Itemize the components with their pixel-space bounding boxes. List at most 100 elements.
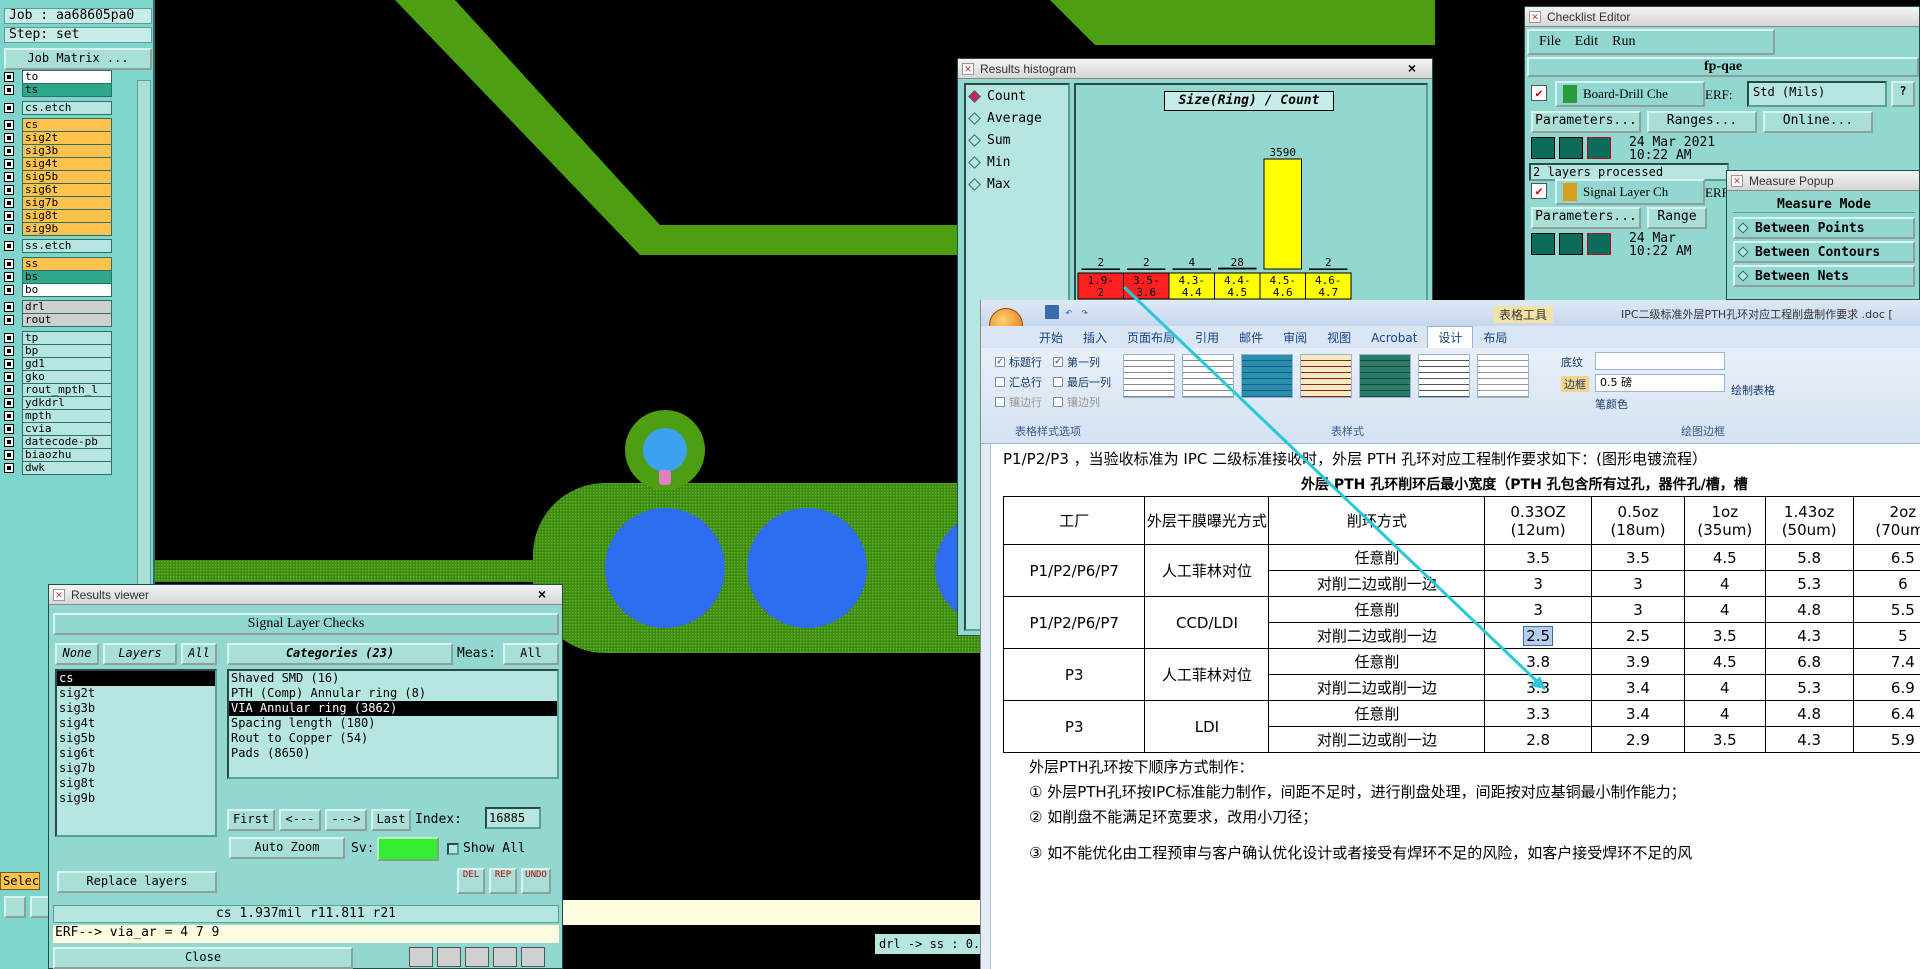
histogram-bar[interactable] xyxy=(1081,268,1120,270)
value-cell[interactable]: 4 xyxy=(1684,596,1766,623)
repair-icon[interactable]: REP xyxy=(489,868,517,894)
tool-icon[interactable] xyxy=(409,947,433,967)
tool-icon[interactable] xyxy=(521,947,545,967)
parameters-button[interactable]: Parameters... xyxy=(1531,111,1641,133)
replace-layers-button[interactable]: Replace layers xyxy=(57,871,217,893)
layer-toggle-checkbox[interactable] xyxy=(4,358,14,369)
layer-name[interactable]: cs.etch xyxy=(22,100,112,115)
via-hole[interactable] xyxy=(605,508,725,628)
ranges-button-2[interactable]: Range xyxy=(1647,207,1707,229)
via-hole[interactable] xyxy=(747,508,867,628)
value-cell[interactable]: 3.3 xyxy=(1484,700,1592,727)
layer-name[interactable]: ss.etch xyxy=(22,238,112,253)
layers-button[interactable]: Layers xyxy=(103,643,177,665)
item1-checkbox[interactable]: ✔ xyxy=(1531,85,1547,101)
show-icon[interactable] xyxy=(1559,137,1583,159)
undo-icon[interactable]: UNDO xyxy=(521,868,551,894)
table-style-option[interactable]: ✓ 标题行 xyxy=(995,354,1042,370)
result-layer-item[interactable]: sig8t xyxy=(57,776,215,791)
histogram-bar[interactable] xyxy=(1309,268,1348,270)
radio-diamond-icon[interactable] xyxy=(1737,246,1749,258)
histogram-chart[interactable]: Size(Ring) / Count 2 1.9- 2 2 3.5- 3.6 4 4.3- 4.… xyxy=(1074,83,1428,318)
checkbox[interactable] xyxy=(995,377,1005,387)
layer-name[interactable]: ts xyxy=(22,82,112,97)
measure-titlebar[interactable]: ✕ Measure Popup xyxy=(1727,171,1919,191)
category-item[interactable]: Spacing length (180) xyxy=(229,716,557,731)
word-titlebar[interactable]: ↶ ↷ 表格工具 IPC二级标准外层PTH孔环对应工程削盘制作要求 .doc [ xyxy=(981,300,1920,342)
all-button[interactable]: All xyxy=(181,643,217,665)
undo-icon[interactable]: ↶ xyxy=(1065,305,1072,319)
checkbox[interactable] xyxy=(995,397,1005,407)
value-cell[interactable]: 5.8 xyxy=(1764,544,1854,571)
layer-row[interactable]: dwk xyxy=(4,460,124,475)
results-viewer-titlebar[interactable]: ✕ Results viewer xyxy=(49,585,562,605)
show-icon[interactable] xyxy=(1559,233,1583,255)
ribbon-tab[interactable]: 页面布局 xyxy=(1117,327,1185,349)
layer-toggle-checkbox[interactable] xyxy=(4,436,14,447)
result-layer-item[interactable]: cs xyxy=(57,671,215,686)
value-cell[interactable]: 7.4 xyxy=(1852,648,1920,675)
value-cell[interactable]: 3 xyxy=(1590,596,1686,623)
save-icon[interactable] xyxy=(1045,305,1059,319)
layer-toggle-checkbox[interactable] xyxy=(4,223,14,234)
prev-button[interactable]: <--- xyxy=(279,809,321,831)
radio-diamond-icon[interactable] xyxy=(968,111,981,125)
layer-toggle-checkbox[interactable] xyxy=(4,258,14,269)
pen-weight-select[interactable]: 0.5 磅 xyxy=(1595,374,1725,392)
table-style-option[interactable]: 汇总行 xyxy=(995,374,1042,390)
result-layer-item[interactable]: sig4t xyxy=(57,716,215,731)
erf-icon[interactable] xyxy=(1587,233,1611,255)
radio-diamond-icon[interactable] xyxy=(968,177,981,191)
result-layer-item[interactable]: sig7b xyxy=(57,761,215,776)
tool-icon[interactable] xyxy=(493,947,517,967)
run-icon[interactable] xyxy=(1531,233,1555,255)
layer-row[interactable]: bo xyxy=(4,282,124,297)
value-cell[interactable]: 3.5 xyxy=(1590,544,1686,571)
show-all-checkbox[interactable] xyxy=(447,843,459,855)
table-style-swatch[interactable] xyxy=(1418,354,1470,398)
menu-run[interactable]: Run xyxy=(1612,34,1635,50)
requirements-table[interactable]: 工厂 外层干膜曝光方式 削环方式 0.33OZ (12um) 0.5oz (18um) 1oz… xyxy=(1002,496,1920,753)
result-marker[interactable] xyxy=(659,470,671,485)
value-cell[interactable]: 2.9 xyxy=(1590,726,1686,753)
last-button[interactable]: Last xyxy=(371,809,411,831)
layer-row[interactable]: ts xyxy=(4,82,124,97)
value-cell[interactable]: 4.5 xyxy=(1684,648,1766,675)
item2-checkbox[interactable]: ✔ xyxy=(1531,183,1547,199)
layer-toggle-checkbox[interactable] xyxy=(4,397,14,408)
radio-diamond-icon[interactable] xyxy=(968,155,981,169)
next-button[interactable]: ---> xyxy=(325,809,367,831)
erf-icon[interactable] xyxy=(1587,137,1611,159)
first-button[interactable]: First xyxy=(227,809,275,831)
pen-color-button[interactable]: 笔颜色 xyxy=(1595,396,1628,412)
value-cell[interactable]: 3.9 xyxy=(1590,648,1686,675)
value-cell[interactable]: 4.3 xyxy=(1764,726,1854,753)
table-style-swatch[interactable] xyxy=(1123,354,1175,398)
value-cell[interactable]: 2.5 xyxy=(1590,622,1686,649)
radio-diamond-icon[interactable] xyxy=(1737,222,1749,234)
layer-toggle-checkbox[interactable] xyxy=(4,145,14,156)
ribbon-tab[interactable]: 审阅 xyxy=(1273,327,1317,349)
layer-toggle-checkbox[interactable] xyxy=(4,84,14,95)
layer-name[interactable]: bo xyxy=(22,282,112,297)
value-cell[interactable]: 4 xyxy=(1684,700,1766,727)
value-cell[interactable]: 3.5 xyxy=(1684,622,1766,649)
value-cell[interactable]: 5.5 xyxy=(1852,596,1920,623)
value-cell[interactable]: 3.8 xyxy=(1484,648,1592,675)
value-cell[interactable]: 4.8 xyxy=(1764,700,1854,727)
result-layer-item[interactable]: sig6t xyxy=(57,746,215,761)
measure-option[interactable]: Between Contours xyxy=(1733,241,1915,263)
table-style-swatch[interactable] xyxy=(1241,354,1293,398)
value-cell[interactable]: 2.5 xyxy=(1484,622,1592,649)
menu-file[interactable]: File xyxy=(1539,34,1561,50)
auto-zoom-button[interactable]: Auto Zoom xyxy=(229,837,345,859)
online-button[interactable]: Online... xyxy=(1763,111,1873,133)
value-cell[interactable]: 3.5 xyxy=(1484,544,1592,571)
value-cell[interactable]: 4 xyxy=(1684,570,1766,597)
close-button[interactable]: × xyxy=(1398,60,1426,77)
table-style-option[interactable]: 镶边行 xyxy=(995,394,1042,410)
radio-diamond-icon[interactable] xyxy=(968,89,981,103)
select-label[interactable]: Selec xyxy=(0,872,40,890)
meas-select[interactable]: All xyxy=(503,643,559,665)
draw-table-button[interactable]: 绘制表格 xyxy=(1731,382,1775,398)
